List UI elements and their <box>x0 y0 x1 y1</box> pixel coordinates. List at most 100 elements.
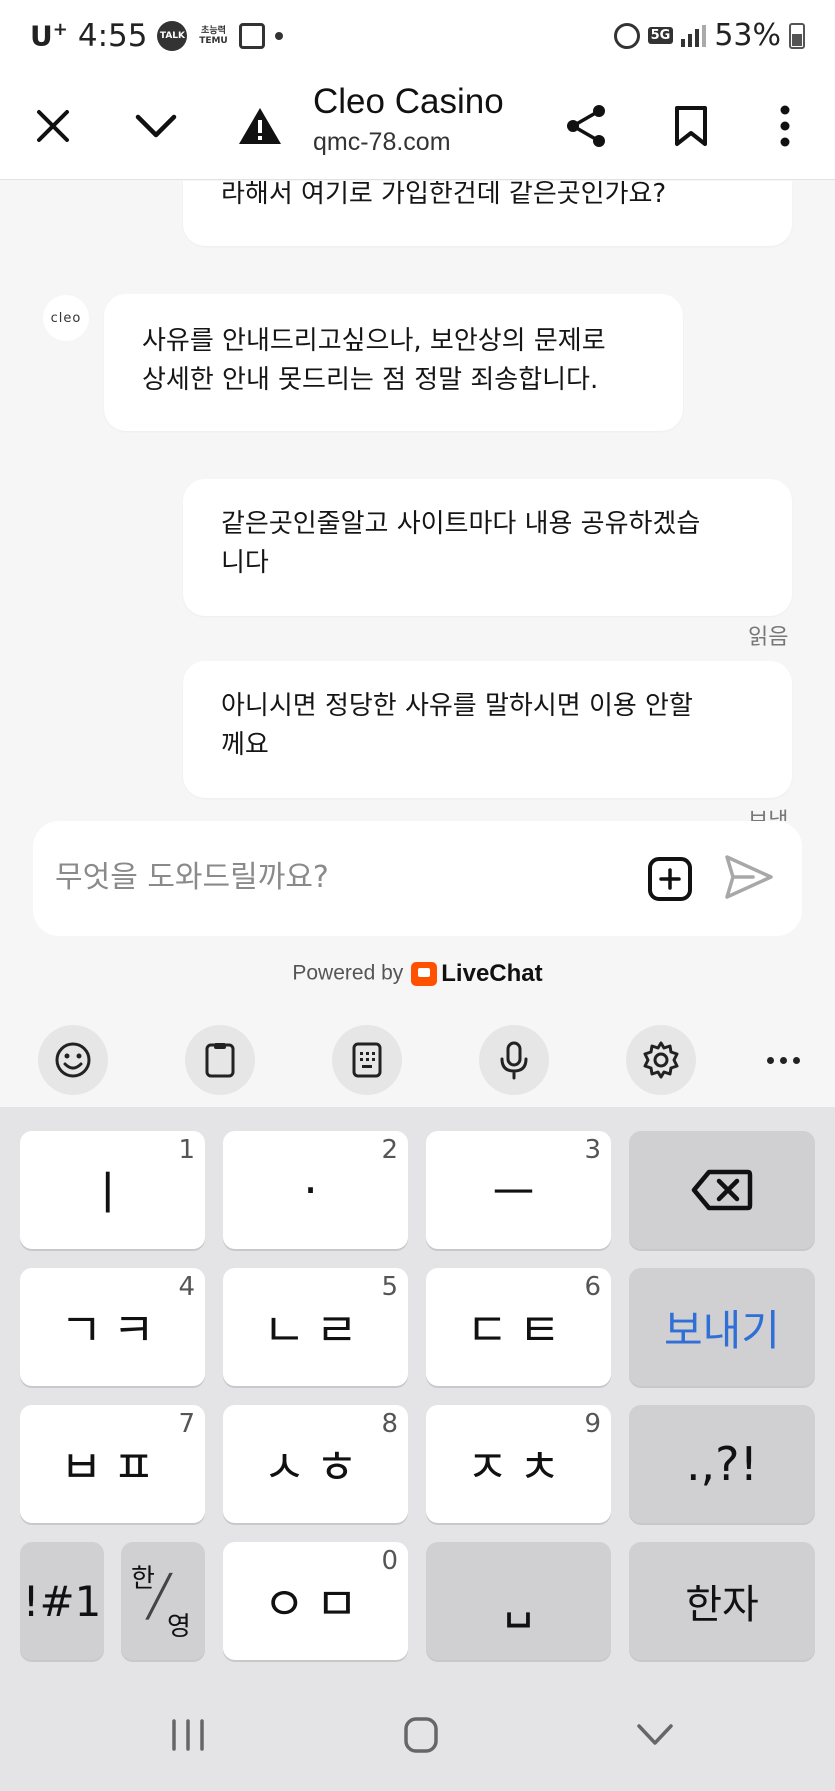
gallery-notification-icon <box>239 23 266 49</box>
recent-apps-icon[interactable] <box>148 1707 228 1763</box>
signal-icon <box>681 24 707 47</box>
key-label: ㄱㅋ <box>60 1303 165 1357</box>
powered-by-prefix: Powered by <box>292 961 404 985</box>
hide-keyboard-icon[interactable] <box>615 1707 695 1763</box>
lang-label-bottom: 영 <box>167 1612 191 1642</box>
key-number: 2 <box>381 1135 398 1165</box>
send-button[interactable] <box>723 853 779 905</box>
key-8[interactable]: ㅅㅎ 8 <box>223 1405 408 1523</box>
home-icon[interactable] <box>381 1707 461 1763</box>
key-2[interactable]: · 2 <box>223 1131 408 1249</box>
key-number: 6 <box>584 1272 601 1302</box>
key-number: 0 <box>381 1546 398 1576</box>
carrier-label: U+ <box>30 19 68 53</box>
message-text: 아니시면 정당한 사유를 말하시면 이용 안할 <box>221 691 693 721</box>
key-7[interactable]: ㅂㅍ 7 <box>20 1405 205 1523</box>
share-icon[interactable] <box>558 98 614 154</box>
key-number: 5 <box>381 1272 398 1302</box>
chevron-down-icon[interactable] <box>128 98 184 154</box>
status-left: U+ 4:55 TALK 초능력 TEMU <box>30 18 284 54</box>
key-label: ㅈㅊ <box>466 1440 571 1494</box>
plus-icon <box>659 868 681 890</box>
clipboard-icon[interactable] <box>185 1025 255 1095</box>
key-9[interactable]: ㅈㅊ 9 <box>426 1405 611 1523</box>
send-icon <box>725 855 773 899</box>
temu-notification-icon: 초능력 TEMU <box>199 26 228 46</box>
key-number: 4 <box>178 1272 195 1302</box>
system-navigation-bar <box>0 1677 835 1791</box>
key-0[interactable]: ㅇㅁ 0 <box>223 1542 408 1660</box>
key-number: 3 <box>584 1135 601 1165</box>
close-icon[interactable] <box>25 98 81 154</box>
key-number: 1 <box>178 1135 195 1165</box>
more-notifications-dot <box>275 32 284 40</box>
backspace-icon <box>691 1169 753 1211</box>
powered-by[interactable]: Powered by LiveChat <box>0 960 835 988</box>
chat-message-agent: 사유를 안내드리고싶으나, 보안상의 문제로 상세한 안내 못드리는 점 정말 … <box>104 294 683 431</box>
key-5[interactable]: ㄴㄹ 5 <box>223 1268 408 1386</box>
chat-transcript[interactable]: 라해서 여기로 가입한건데 같은곳인가요? cleo 사유를 안내드리고싶으나,… <box>0 181 835 821</box>
powered-by-brand: LiveChat <box>441 960 543 987</box>
settings-gear-icon[interactable] <box>626 1025 696 1095</box>
chat-message-user: 같은곳인줄알고 사이트마다 내용 공유하겠습 니다 <box>183 479 792 616</box>
keyboard-more-icon[interactable] <box>758 1042 808 1078</box>
clock-time: 4:55 <box>77 18 148 54</box>
sent-receipt: 보냄 <box>748 803 788 821</box>
punctuation-key[interactable]: .,?! <box>629 1405 815 1523</box>
key-label: ㅅㅎ <box>263 1440 368 1494</box>
browser-toolbar: Cleo Casino qmc-78.com <box>0 72 835 180</box>
key-number: 7 <box>178 1409 195 1439</box>
message-text: 라해서 여기로 가입한건데 같은곳인가요? <box>221 181 667 209</box>
language-toggle-key[interactable]: 한 ╱ 영 <box>121 1542 205 1660</box>
key-3[interactable]: ㅡ3 <box>426 1131 611 1249</box>
key-label: ㅇㅁ <box>263 1577 368 1631</box>
hanja-key[interactable]: 한자 <box>629 1542 815 1660</box>
chat-message-user: 아니시면 정당한 사유를 말하시면 이용 안할 께요 <box>183 661 792 798</box>
chat-message-user: 라해서 여기로 가입한건데 같은곳인가요? <box>183 181 792 246</box>
key-label: ㄴㄹ <box>263 1303 368 1357</box>
alarm-icon <box>613 22 640 49</box>
key-number: 8 <box>381 1409 398 1439</box>
attach-button[interactable] <box>648 857 692 901</box>
key-number: 9 <box>584 1409 601 1439</box>
warning-icon[interactable] <box>232 98 288 154</box>
symbol-key[interactable]: !#1 <box>20 1542 104 1660</box>
keyboard-toolbar <box>0 1012 835 1107</box>
key-label: · <box>303 1163 328 1217</box>
agent-avatar: cleo <box>43 295 89 341</box>
keypad-mode-icon[interactable] <box>332 1025 402 1095</box>
message-text: 니다 <box>221 548 269 578</box>
status-bar: U+ 4:55 TALK 초능력 TEMU 5G 53% <box>0 0 835 72</box>
key-label: ㄷㅌ <box>466 1303 571 1357</box>
battery-percent: 53% <box>714 18 781 53</box>
message-composer <box>33 821 802 936</box>
more-options-icon[interactable] <box>757 98 813 154</box>
backspace-key[interactable] <box>629 1131 815 1249</box>
key-label: ㅣ <box>86 1166 139 1220</box>
livechat-logo-icon <box>411 962 438 986</box>
page-url: qmc-78.com <box>313 128 451 156</box>
key-label: ㅡ <box>492 1166 545 1220</box>
space-key[interactable]: ␣ <box>426 1542 611 1660</box>
message-input[interactable] <box>55 849 635 905</box>
talk-notification-icon: TALK <box>157 21 188 51</box>
message-text: 사유를 안내드리고싶으나, 보안상의 문제로 <box>142 326 606 356</box>
read-receipt: 읽음 <box>748 625 789 650</box>
emoji-icon[interactable] <box>38 1025 108 1095</box>
message-text: 같은곳인줄알고 사이트마다 내용 공유하겠습 <box>221 509 701 539</box>
message-text: 께요 <box>221 730 269 760</box>
key-4[interactable]: ㄱㅋ 4 <box>20 1268 205 1386</box>
key-6[interactable]: ㄷㅌ 6 <box>426 1268 611 1386</box>
microphone-icon[interactable] <box>479 1025 549 1095</box>
status-right: 5G 53% <box>613 18 805 53</box>
message-text: 상세한 안내 못드리는 점 정말 죄송합니다. <box>142 365 599 395</box>
keyboard: ㅣ1 · 2 ㅡ3 ㄱㅋ 4 ㄴㄹ 5 ㄷㅌ 6 보내기 ㅂㅍ 7 ㅅㅎ 8 ㅈㅊ 9 .,?… <box>0 1107 835 1677</box>
key-1[interactable]: ㅣ1 <box>20 1131 205 1249</box>
battery-icon <box>789 22 805 49</box>
key-label: ㅂㅍ <box>60 1440 165 1494</box>
network-type-icon: 5G <box>647 27 674 44</box>
page-title: Cleo Casino <box>313 82 504 121</box>
send-key[interactable]: 보내기 <box>629 1268 815 1386</box>
bookmark-icon[interactable] <box>663 98 719 154</box>
page-title-block[interactable]: Cleo Casino qmc-78.com <box>313 82 504 157</box>
